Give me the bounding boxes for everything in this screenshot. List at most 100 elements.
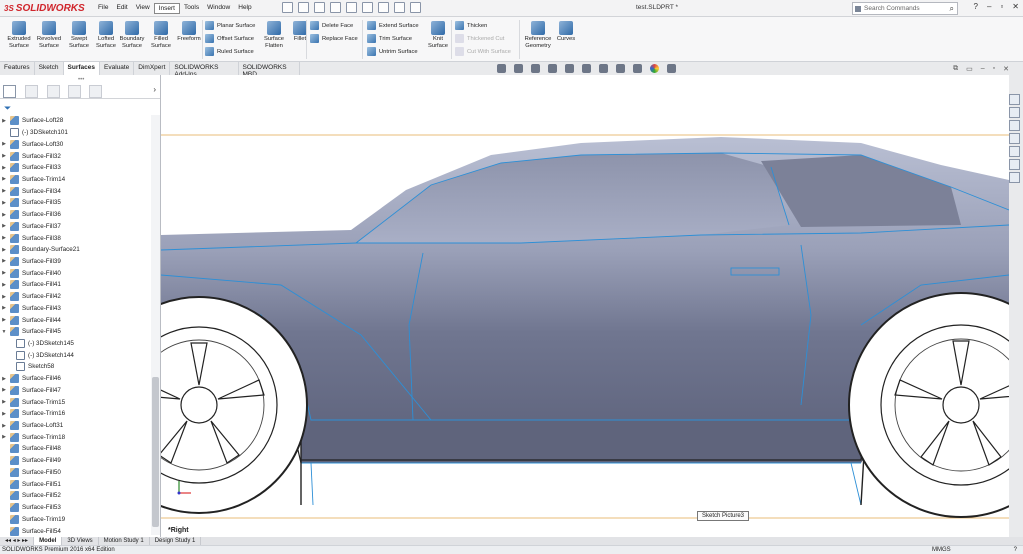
knit-surface-button[interactable]: Knit Surface: [427, 21, 449, 50]
viewport-minimize-button[interactable]: –: [981, 65, 985, 73]
file-explorer-icon[interactable]: [1009, 120, 1020, 131]
menu-tools[interactable]: Tools: [180, 3, 203, 14]
section-view-icon[interactable]: [548, 64, 557, 73]
select-icon[interactable]: [362, 2, 373, 13]
tree-item[interactable]: ▶ Surface-Fill40: [0, 267, 150, 279]
scrollbar-thumb[interactable]: [152, 377, 159, 527]
replace-face-button[interactable]: Replace Face: [310, 34, 358, 43]
feature-manager-tab-icon[interactable]: [3, 85, 16, 98]
chevron-right-icon[interactable]: ▶: [0, 423, 8, 429]
tree-item[interactable]: (-) 3DSketch145: [0, 338, 150, 350]
offset-surface-button[interactable]: Offset Surface: [205, 34, 254, 43]
chevron-right-icon[interactable]: ›: [153, 85, 156, 94]
solidworks-resources-icon[interactable]: [1009, 94, 1020, 105]
display-manager-tab-icon[interactable]: [89, 85, 102, 98]
tree-item[interactable]: ▶ Surface-Loft28: [0, 115, 150, 127]
tree-item[interactable]: ▶ Surface-Trim14: [0, 174, 150, 186]
tree-item[interactable]: Surface-Fill48: [0, 443, 150, 455]
print-icon[interactable]: [330, 2, 341, 13]
boundary-surface-button[interactable]: Boundary Surface: [117, 21, 147, 50]
file-properties-icon[interactable]: [394, 2, 405, 13]
new-document-icon[interactable]: [282, 2, 293, 13]
tree-item[interactable]: ▶ Surface-Fill44: [0, 314, 150, 326]
chevron-right-icon[interactable]: ▶: [0, 387, 8, 393]
tree-item[interactable]: ▶ Surface-Fill38: [0, 232, 150, 244]
filled-surface-button[interactable]: Filled Surface: [146, 21, 176, 50]
tree-item[interactable]: ▶ Surface-Fill37: [0, 220, 150, 232]
tree-item[interactable]: Surface-Fill52: [0, 490, 150, 502]
chevron-right-icon[interactable]: ▶: [0, 294, 8, 300]
close-button[interactable]: ✕: [1012, 2, 1019, 11]
hide-show-items-icon[interactable]: [616, 64, 625, 73]
tree-item[interactable]: ▶ Surface-Fill36: [0, 209, 150, 221]
view-palette-icon[interactable]: [1009, 133, 1020, 144]
freeform-button[interactable]: Freeform: [174, 21, 204, 43]
undo-icon[interactable]: [346, 2, 357, 13]
menu-insert[interactable]: Insert: [153, 3, 180, 14]
solidworks-logo[interactable]: 3S SOLIDWORKS: [4, 2, 85, 15]
trim-surface-button[interactable]: Trim Surface: [367, 34, 412, 43]
chevron-right-icon[interactable]: ▶: [0, 305, 8, 311]
filter-icon[interactable]: ⏷: [4, 103, 11, 114]
chevron-right-icon[interactable]: ▶: [0, 317, 8, 323]
options-gear-icon[interactable]: [410, 2, 421, 13]
tab-features[interactable]: Features: [0, 62, 35, 75]
tree-item[interactable]: ▶ Surface-Fill41: [0, 279, 150, 291]
tree-item[interactable]: ▶ Surface-Trim15: [0, 396, 150, 408]
tree-item[interactable]: Sketch58: [0, 361, 150, 373]
chevron-right-icon[interactable]: ▶: [0, 200, 8, 206]
extruded-surface-button[interactable]: Extruded Surface: [4, 21, 34, 50]
status-help-icon[interactable]: ?: [1014, 546, 1017, 554]
chevron-down-icon[interactable]: ▼: [0, 329, 8, 335]
chevron-right-icon[interactable]: ▶: [0, 434, 8, 440]
thickened-cut-button[interactable]: Thickened Cut: [455, 34, 504, 43]
search-icon[interactable]: ⌕: [950, 4, 954, 14]
tab-sketch[interactable]: Sketch: [34, 62, 64, 75]
fillet-button[interactable]: Fillet: [288, 21, 312, 43]
menu-file[interactable]: File: [94, 3, 112, 14]
chevron-right-icon[interactable]: ▶: [0, 165, 8, 171]
design-library-icon[interactable]: [1009, 107, 1020, 118]
property-manager-tab-icon[interactable]: [25, 85, 38, 98]
tab-navigation-arrows-icon[interactable]: ◂◂ ◂ ▸ ▸▸: [0, 537, 35, 545]
apply-scene-icon[interactable]: [650, 64, 659, 73]
open-icon[interactable]: [298, 2, 309, 13]
search-scope-icon[interactable]: [855, 6, 861, 12]
swept-surface-button[interactable]: Swept Surface: [64, 21, 94, 50]
viewport-expand-icon[interactable]: ⧉: [953, 65, 958, 73]
model-tab-design-study-1[interactable]: Design Study 1: [150, 537, 202, 545]
view-orientation-icon[interactable]: [582, 64, 591, 73]
display-style-icon[interactable]: [599, 64, 608, 73]
tree-item[interactable]: ▶ Surface-Fill39: [0, 256, 150, 268]
chevron-right-icon[interactable]: ▶: [0, 411, 8, 417]
zoom-to-fit-icon[interactable]: [497, 64, 506, 73]
chevron-right-icon[interactable]: ▶: [0, 141, 8, 147]
tab-solidworks-add-ins[interactable]: SOLIDWORKS Add-Ins: [170, 62, 239, 78]
tree-item[interactable]: ▶ Boundary-Surface21: [0, 244, 150, 256]
tab-solidworks-mbd[interactable]: SOLIDWORKS MBD: [238, 62, 300, 78]
tree-item[interactable]: (-) 3DSketch144: [0, 349, 150, 361]
tree-item[interactable]: ▶ Surface-Loft31: [0, 420, 150, 432]
model-tab-3d-views[interactable]: 3D Views: [62, 537, 99, 545]
forum-icon[interactable]: [1009, 172, 1020, 183]
tree-item[interactable]: ▶ Surface-Fill47: [0, 385, 150, 397]
tree-scrollbar[interactable]: [151, 115, 160, 535]
search-commands-input[interactable]: Search Commands ⌕: [852, 2, 958, 15]
tree-item[interactable]: Surface-Fill51: [0, 478, 150, 490]
model-tab-model[interactable]: Model: [34, 537, 63, 545]
tree-item[interactable]: ▶ Surface-Trim16: [0, 408, 150, 420]
ruled-surface-button[interactable]: Ruled Surface: [205, 47, 254, 56]
chevron-right-icon[interactable]: ▶: [0, 247, 8, 253]
delete-face-button[interactable]: Delete Face: [310, 21, 353, 30]
chevron-right-icon[interactable]: ▶: [0, 118, 8, 124]
save-icon[interactable]: [314, 2, 325, 13]
tree-item[interactable]: ▶ Surface-Fill46: [0, 373, 150, 385]
planar-surface-button[interactable]: Planar Surface: [205, 21, 255, 30]
tree-item[interactable]: ▶ Surface-Loft30: [0, 138, 150, 150]
graphics-area[interactable]: [161, 75, 1009, 537]
dimxpert-manager-tab-icon[interactable]: [68, 85, 81, 98]
chevron-right-icon[interactable]: ▶: [0, 376, 8, 382]
viewport-split-icon[interactable]: ▭: [966, 65, 973, 73]
tree-item[interactable]: ▶ Surface-Fill33: [0, 162, 150, 174]
tree-item[interactable]: ▶ Surface-Fill35: [0, 197, 150, 209]
